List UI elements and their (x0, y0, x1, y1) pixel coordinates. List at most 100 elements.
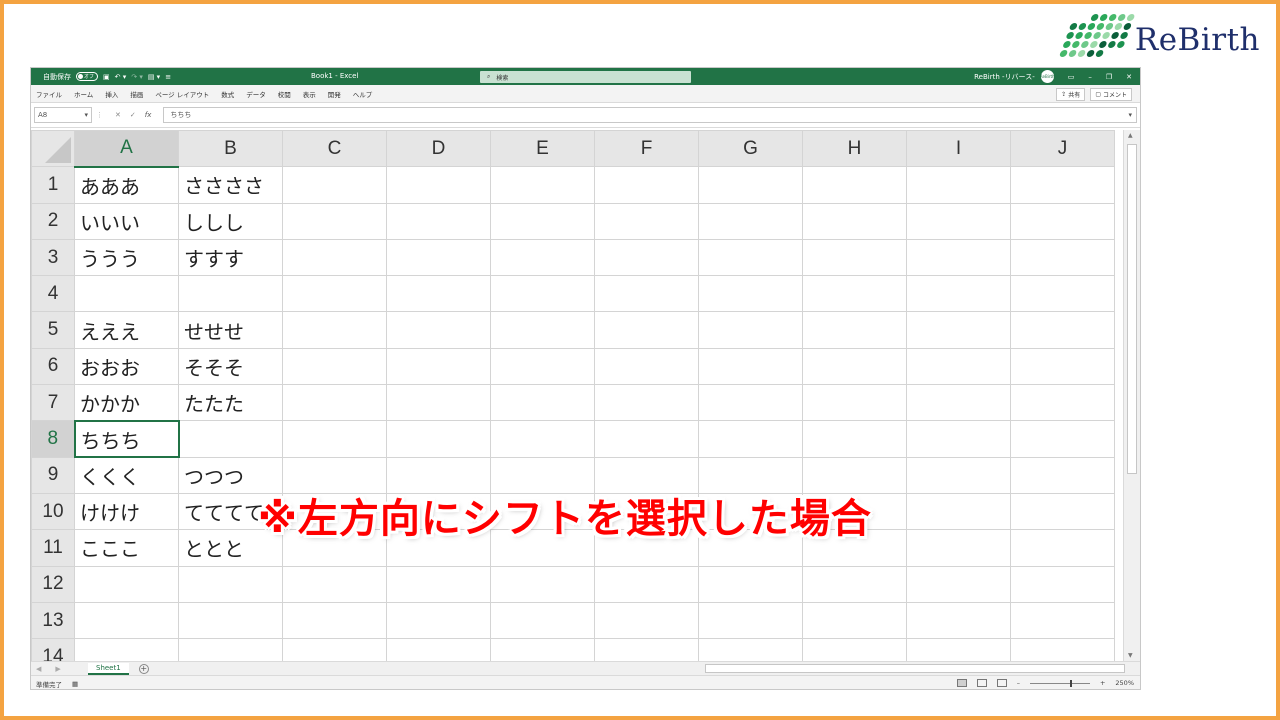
cell-h1[interactable] (802, 166, 907, 204)
cell-h13[interactable] (802, 601, 907, 640)
cell-c1[interactable] (282, 166, 387, 204)
cell-j12[interactable] (1010, 565, 1115, 603)
cell-e3[interactable] (490, 238, 595, 277)
cell-j14[interactable] (1010, 638, 1115, 661)
cell-g6[interactable] (698, 347, 803, 386)
cell-g7[interactable] (698, 384, 803, 422)
cell-d7[interactable] (386, 384, 491, 422)
cell-c6[interactable] (282, 347, 387, 386)
cell-c3[interactable] (282, 238, 387, 277)
row-header[interactable]: 10 (31, 492, 75, 531)
minimize-icon[interactable]: – (1088, 73, 1092, 81)
cell-f4[interactable] (594, 275, 699, 313)
cell-a8[interactable]: ちちち (73, 419, 180, 459)
cell-h6[interactable] (802, 347, 907, 386)
ribbon-tab[interactable]: ファイル (36, 89, 62, 99)
cell-c13[interactable] (282, 601, 387, 640)
cell-b1[interactable]: ささささ (178, 166, 283, 204)
cell-d3[interactable] (386, 238, 491, 277)
ribbon-tab[interactable]: ヘルプ (353, 89, 373, 99)
cell-f13[interactable] (594, 601, 699, 640)
cell-h7[interactable] (802, 384, 907, 422)
column-header-i[interactable]: I (906, 130, 1011, 168)
cell-g12[interactable] (698, 565, 803, 603)
cell-j1[interactable] (1010, 166, 1115, 204)
scroll-up-icon[interactable]: ▲ (1128, 132, 1133, 139)
cell-f3[interactable] (594, 238, 699, 277)
cell-h3[interactable] (802, 238, 907, 277)
cell-j11[interactable] (1010, 529, 1115, 567)
zoom-level[interactable]: 250% (1115, 679, 1134, 687)
formula-input[interactable]: ちちち ▾ (163, 107, 1137, 123)
cell-b14[interactable] (178, 638, 283, 661)
prev-sheet-icon[interactable]: ◀ (36, 665, 41, 673)
cell-a5[interactable]: えええ (74, 311, 179, 349)
row-header[interactable]: 13 (31, 601, 75, 640)
zoom-out-icon[interactable]: – (1017, 679, 1020, 687)
row-header[interactable]: 12 (31, 565, 75, 603)
cell-a6[interactable]: おおお (74, 347, 179, 386)
worksheet-grid[interactable]: ABCDEFGHIJ 1 あああ ささささ 2 いいい ししし 3 ううう すすす 4 5 えええ せせ… (31, 130, 1125, 661)
cell-a12[interactable] (74, 565, 179, 603)
cell-c14[interactable] (282, 638, 387, 661)
row-header[interactable]: 9 (31, 456, 75, 494)
cell-j5[interactable] (1010, 311, 1115, 349)
comment-button[interactable]: ▢ コメント (1090, 88, 1132, 101)
select-all-corner[interactable] (31, 130, 75, 168)
row-header[interactable]: 2 (31, 202, 75, 240)
cell-e12[interactable] (490, 565, 595, 603)
row-header[interactable]: 11 (31, 529, 75, 567)
cell-i5[interactable] (906, 311, 1011, 349)
cell-e13[interactable] (490, 601, 595, 640)
cell-f8[interactable] (594, 420, 699, 458)
zoom-in-icon[interactable]: + (1100, 679, 1105, 687)
cell-c5[interactable] (282, 311, 387, 349)
cell-e4[interactable] (490, 275, 595, 313)
cell-c4[interactable] (282, 275, 387, 313)
cell-b8[interactable] (178, 420, 283, 458)
column-header-f[interactable]: F (594, 130, 699, 168)
vertical-scrollbar[interactable]: ▲ ▼ (1123, 130, 1140, 661)
cell-f1[interactable] (594, 166, 699, 204)
restore-icon[interactable]: ❐ (1106, 73, 1112, 81)
enter-icon[interactable]: ✓ (130, 111, 136, 119)
row-header[interactable]: 1 (31, 166, 75, 204)
file-icon[interactable]: ▤ ▾ (148, 73, 160, 81)
cell-i14[interactable] (906, 638, 1011, 661)
cell-i1[interactable] (906, 166, 1011, 204)
customize-qat-icon[interactable]: ≡ (165, 73, 171, 81)
column-header-c[interactable]: C (282, 130, 387, 168)
cell-d8[interactable] (386, 420, 491, 458)
share-button[interactable]: ⇪ 共有 (1056, 88, 1086, 101)
column-header-e[interactable]: E (490, 130, 595, 168)
row-header[interactable]: 5 (31, 311, 75, 349)
normal-view-icon[interactable] (956, 679, 967, 687)
cell-e7[interactable] (490, 384, 595, 422)
redo-icon[interactable]: ↷ ▾ (131, 73, 143, 81)
cell-d13[interactable] (386, 601, 491, 640)
cell-i7[interactable] (906, 384, 1011, 422)
name-box[interactable]: A8 ▾ (34, 107, 92, 123)
insert-function-icon[interactable]: fx (145, 111, 152, 119)
column-header-a[interactable]: A (74, 130, 179, 168)
column-header-b[interactable]: B (178, 130, 283, 168)
row-header[interactable]: 3 (31, 238, 75, 277)
column-header-d[interactable]: D (386, 130, 491, 168)
next-sheet-icon[interactable]: ▶ (55, 665, 60, 673)
cell-f5[interactable] (594, 311, 699, 349)
column-header-h[interactable]: H (802, 130, 907, 168)
cell-e14[interactable] (490, 638, 595, 661)
cell-i3[interactable] (906, 238, 1011, 277)
cell-d1[interactable] (386, 166, 491, 204)
cell-a10[interactable]: けけけ (74, 492, 179, 531)
cell-d4[interactable] (386, 275, 491, 313)
row-header[interactable]: 4 (31, 275, 75, 313)
ribbon-tab[interactable]: ホーム (74, 89, 93, 99)
cell-d14[interactable] (386, 638, 491, 661)
cell-h2[interactable] (802, 202, 907, 240)
cell-c2[interactable] (282, 202, 387, 240)
cell-i12[interactable] (906, 565, 1011, 603)
avatar[interactable]: ReBirth (1040, 70, 1055, 83)
cell-a4[interactable] (74, 275, 179, 313)
cell-d12[interactable] (386, 565, 491, 603)
